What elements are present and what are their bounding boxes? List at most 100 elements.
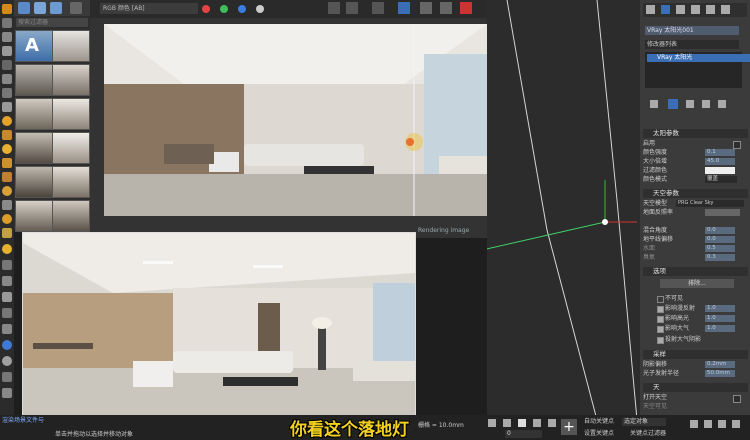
filter-color-swatch[interactable]: [705, 167, 735, 174]
spot-icon[interactable]: [2, 228, 12, 238]
orbit-icon[interactable]: [718, 420, 726, 428]
camera-icon[interactable]: [2, 18, 12, 28]
sun-params-header[interactable]: 太阳参数: [643, 129, 748, 138]
shadow-bias-spinner[interactable]: 0.2mm: [705, 361, 735, 368]
thumbnail-interior-5[interactable]: [52, 98, 90, 130]
grid-icon[interactable]: [2, 60, 12, 70]
thumbnail-interior-7[interactable]: [52, 132, 90, 164]
open-sky-checkbox[interactable]: [733, 395, 741, 403]
thumbnail-interior-11[interactable]: [52, 200, 90, 232]
folder-icon[interactable]: [34, 2, 46, 14]
box-icon[interactable]: [2, 308, 12, 318]
sun2-icon[interactable]: [2, 186, 12, 196]
object-name-field[interactable]: VRay 太阳光001: [645, 26, 739, 35]
field-a-spinner[interactable]: 0.5: [705, 245, 735, 252]
modify-tab-icon[interactable]: [661, 5, 670, 14]
show-end-result-icon[interactable]: [668, 99, 678, 109]
thumbnail-interior-6[interactable]: [15, 132, 53, 164]
fan-icon[interactable]: [2, 292, 12, 302]
globe-icon[interactable]: [2, 340, 12, 350]
render-icon[interactable]: [460, 2, 472, 14]
exclude-button[interactable]: 排除...: [660, 279, 734, 288]
flame-icon[interactable]: [2, 172, 12, 182]
blue-channel-icon[interactable]: [238, 5, 246, 13]
lens-icon[interactable]: [398, 2, 410, 14]
sun3-icon[interactable]: [2, 244, 12, 254]
maximize-viewport-icon[interactable]: [732, 420, 740, 428]
light-icon[interactable]: [2, 4, 12, 14]
plant-icon[interactable]: [2, 74, 12, 84]
lamp-icon[interactable]: [2, 116, 12, 126]
options-header[interactable]: 选项: [643, 267, 748, 276]
display-tab-icon[interactable]: [706, 5, 715, 14]
frame-field[interactable]: 0: [505, 430, 542, 438]
pan-icon[interactable]: [704, 420, 712, 428]
hierarchy-tab-icon[interactable]: [676, 5, 685, 14]
stack-item-vray-sun[interactable]: VRay 太阳光: [647, 54, 750, 62]
mushroom-icon[interactable]: [2, 130, 12, 140]
make-unique-icon[interactable]: [686, 100, 694, 108]
go-to-start-icon[interactable]: [488, 419, 496, 427]
thumbnail-interior-8[interactable]: [15, 166, 53, 198]
close-vfb-icon[interactable]: [346, 2, 358, 14]
zoom-icon[interactable]: [690, 420, 698, 428]
remove-modifier-icon[interactable]: [702, 100, 710, 108]
tree-icon[interactable]: [2, 46, 12, 56]
affect-atmosphere-spinner[interactable]: 1.0: [705, 325, 735, 332]
pin-icon[interactable]: [2, 372, 12, 382]
teapot-icon[interactable]: [440, 2, 452, 14]
key-filters-button[interactable]: 关键点过滤器: [630, 430, 666, 438]
save-icon[interactable]: [328, 2, 340, 14]
ground-albedo-swatch[interactable]: [705, 209, 740, 216]
image-icon[interactable]: [2, 32, 12, 42]
render-preview-window[interactable]: [22, 232, 416, 427]
utilities-tab-icon[interactable]: [721, 5, 730, 14]
region-icon[interactable]: [372, 2, 384, 14]
bed-icon[interactable]: [2, 102, 12, 112]
horizon-spinner[interactable]: 0.0: [705, 227, 735, 234]
affect-specular-checkbox[interactable]: [657, 316, 664, 323]
sky-params-header[interactable]: 天空参数: [643, 189, 748, 198]
motion-tab-icon[interactable]: [691, 5, 700, 14]
asset-search-input[interactable]: 搜索过滤器: [16, 18, 88, 27]
size-mult-spinner[interactable]: 45.0: [705, 158, 735, 165]
object-icon[interactable]: [2, 260, 12, 270]
thumbnail-interior-3[interactable]: [52, 64, 90, 96]
perspective-viewport[interactable]: [446, 0, 640, 421]
set-key-button[interactable]: 设置关键点: [584, 430, 614, 438]
pin-stack-icon[interactable]: [650, 100, 658, 108]
thumbnail-interior-9[interactable]: [52, 166, 90, 198]
plant3-icon[interactable]: [2, 388, 12, 398]
play-icon[interactable]: [518, 419, 526, 427]
tree2-icon[interactable]: [2, 200, 12, 210]
invisible-checkbox[interactable]: [657, 296, 664, 303]
horizon-offset-spinner[interactable]: 0.0: [705, 236, 735, 243]
selected-set-dropdown[interactable]: 选定对象: [622, 418, 666, 426]
render-region-icon[interactable]: [420, 2, 432, 14]
thumbnail-badge[interactable]: A: [15, 30, 53, 62]
create-tab-icon[interactable]: [646, 5, 655, 14]
settings-icon[interactable]: [70, 2, 82, 14]
alpha-channel-icon[interactable]: [256, 5, 264, 13]
affect-specular-spinner[interactable]: 1.0: [705, 315, 735, 322]
light2-icon[interactable]: [2, 214, 12, 224]
green-channel-icon[interactable]: [220, 5, 228, 13]
home-icon[interactable]: [18, 2, 30, 14]
affect-diffuse-checkbox[interactable]: [657, 306, 664, 313]
thumbnail-interior-2[interactable]: [15, 64, 53, 96]
field-b-spinner[interactable]: 0.3: [705, 254, 735, 261]
sampling-header[interactable]: 采样: [643, 350, 748, 359]
prev-frame-icon[interactable]: [503, 419, 511, 427]
sun-icon[interactable]: [2, 144, 12, 154]
configure-sets-icon[interactable]: [718, 100, 726, 108]
photon-radius-spinner[interactable]: 50.0mm: [705, 370, 735, 377]
leaf-icon[interactable]: [2, 324, 12, 334]
add-time-tag-icon[interactable]: +: [561, 419, 577, 435]
sphere-icon[interactable]: [2, 356, 12, 366]
plant2-icon[interactable]: [2, 276, 12, 286]
affect-atmosphere-checkbox[interactable]: [657, 326, 664, 333]
go-to-end-icon[interactable]: [548, 419, 556, 427]
sky-model-dropdown[interactable]: PRG Clear Sky: [676, 200, 744, 207]
display-channel-dropdown[interactable]: RGB 颜色 [AB]: [100, 3, 198, 14]
turbidity-spinner[interactable]: 0.1: [705, 149, 735, 156]
